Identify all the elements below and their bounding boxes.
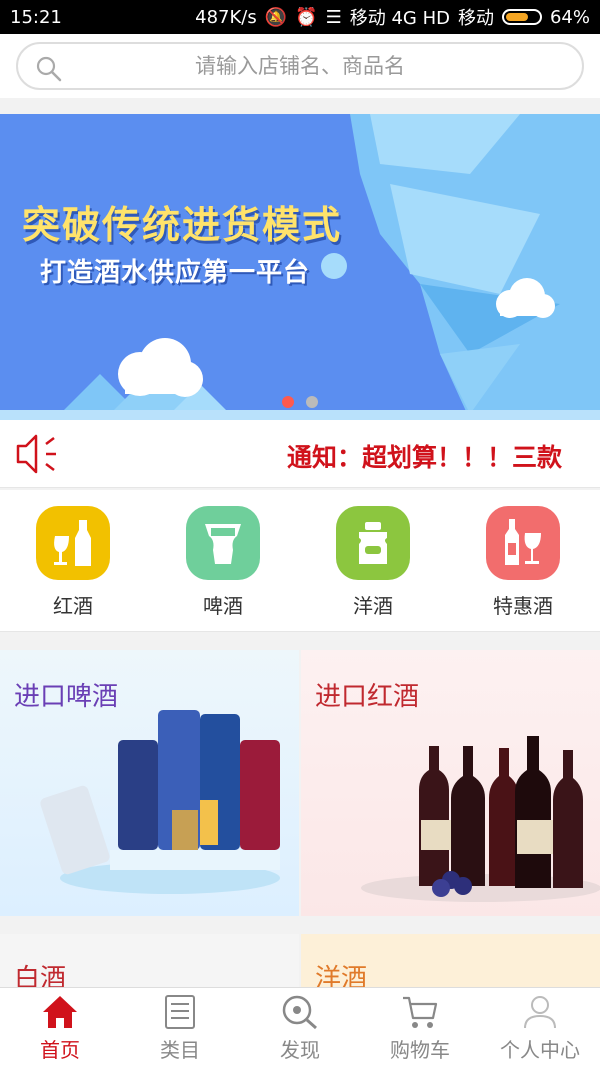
tile-baijiu[interactable]: 白酒 [0,934,299,987]
wine-bottles-image [361,736,600,902]
category-spirits[interactable]: 洋酒 [318,506,428,626]
nav-discover[interactable]: 发现 [240,988,360,1067]
carrier-2: 移动 [457,8,494,29]
speaker-icon [12,428,64,484]
nav-label: 类目 [160,1038,200,1062]
tile-title: 白酒 [14,964,67,987]
tile-imported-beer[interactable]: 进口啤酒 [0,650,299,916]
nav-profile[interactable]: 个人中心 [480,988,600,1067]
nav-label: 首页 [40,1038,80,1062]
notice-bar[interactable]: 通知：超划算！！！三款 [0,420,600,488]
nav-cart[interactable]: 购物车 [360,988,480,1067]
category-red-wine[interactable]: 红酒 [18,506,128,626]
tile-title: 洋酒 [315,964,368,987]
discover-icon [282,995,317,1030]
banner-title: 突破传统进货模式 [22,203,343,247]
beer-icon [186,506,260,580]
nav-label: 个人中心 [500,1038,580,1062]
status-right: 487K/s 🔕 ⏰ ☰ 移动 4G HD 移动 64% [195,4,590,30]
nav-label: 购物车 [390,1038,450,1062]
category-label: 啤酒 [203,594,243,618]
tile-foreign-spirits[interactable]: 洋酒 [301,934,600,987]
search-bar [0,34,600,98]
category-grid: 红酒 啤酒 洋酒 特惠酒 [0,490,600,632]
category-beer[interactable]: 啤酒 [168,506,278,626]
wifi-icon: ☰ [325,6,342,28]
notice-text: 通知：超划算！！！三款 [286,443,562,472]
category-special-offer[interactable]: 特惠酒 [468,506,578,626]
banner-dot[interactable] [306,396,318,408]
status-time: 15:21 [10,6,62,28]
category-label: 洋酒 [353,594,393,618]
banner-subtitle: 打造酒水供应第一平台 [40,258,311,288]
network-speed: 487K/s [195,6,257,28]
special-offer-icon [486,506,560,580]
search-input[interactable] [18,44,582,88]
battery-icon [501,9,542,25]
category-label: 红酒 [53,594,93,618]
home-icon [43,996,77,1028]
user-icon [524,996,556,1029]
cart-icon [403,996,438,1028]
tile-imported-red-wine[interactable]: 进口红酒 [301,650,600,916]
battery-percent: 64% [549,6,590,28]
nav-home[interactable]: 首页 [0,988,120,1067]
status-bar: 15:21 487K/s 🔕 ⏰ ☰ 移动 4G HD 移动 64% [0,0,600,34]
list-icon [165,995,195,1029]
carrier-1: 移动 4G HD [349,8,450,29]
spirits-icon [336,506,410,580]
alarm-icon: ⏰ [295,6,318,28]
bottom-nav: 首页 类目 发现 购物车 个人中心 [0,987,600,1067]
search-icon [36,56,62,86]
red-wine-icon [36,506,110,580]
nav-label: 发现 [280,1038,320,1062]
search-box [16,42,584,90]
mute-icon: 🔕 [264,6,288,28]
promo-banner[interactable]: 突破传统进货模式 打造酒水供应第一平台 [0,114,600,420]
banner-dot-active[interactable] [282,396,294,408]
beer-cans-image [40,710,280,894]
nav-categories[interactable]: 类目 [120,988,240,1067]
category-label: 特惠酒 [493,594,553,618]
